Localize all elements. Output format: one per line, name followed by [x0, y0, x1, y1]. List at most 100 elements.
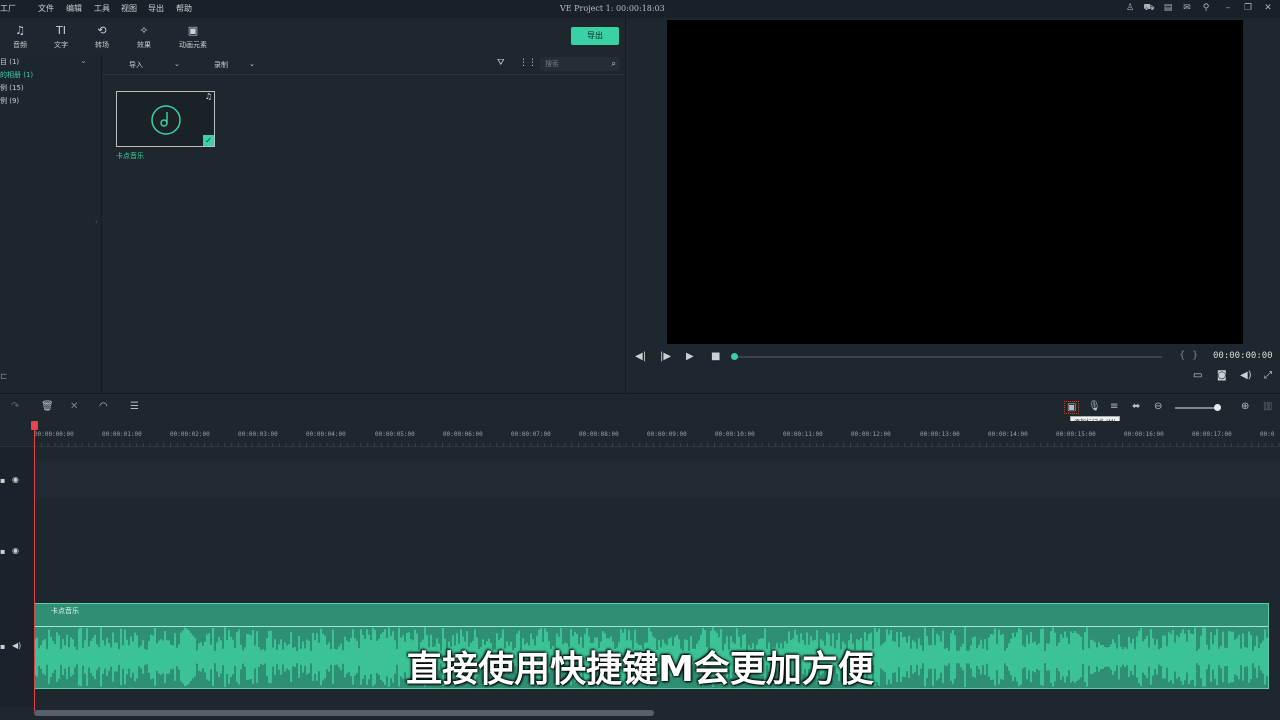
tool-audio-label: 音频 — [13, 41, 27, 49]
chevron-down-icon[interactable]: ⌄ — [249, 60, 255, 68]
app-window: 工厂 文件 编辑 工具 视图 导出 帮助 VE Project 1: 00:00… — [0, 0, 1280, 720]
step-play-icon[interactable]: |▶ — [660, 351, 671, 362]
progress-handle[interactable] — [731, 353, 738, 360]
folder-item-project[interactable]: 目 (1) — [0, 57, 19, 67]
menu-file[interactable]: 文件 — [38, 3, 54, 14]
preview-timecode: 00:00:00:00 — [1213, 351, 1273, 361]
tool-elements[interactable]: ▣ 动画元素 — [170, 24, 216, 50]
ruler-label: 00:00:03:00 — [238, 431, 278, 438]
record-dropdown[interactable]: 录制 — [214, 60, 228, 70]
media-toolbar: ♫ 音频 TI 文字 ⟲ 转场 ✧ 效果 ▣ 动画元素 — [0, 18, 625, 54]
prev-frame-icon[interactable]: ◀| — [635, 351, 646, 362]
ruler-label: 00:00:16:00 — [1124, 431, 1164, 438]
search-placeholder: 搜索 — [545, 60, 559, 68]
timeline-horizontal-scrollbar[interactable] — [34, 710, 654, 716]
speed-icon[interactable]: ◠ — [99, 401, 108, 412]
panel-toggle-icon[interactable]: ▥ — [1263, 401, 1272, 412]
ruler-label: 00:00:07:00 — [511, 431, 551, 438]
folder-item-album[interactable]: 的相册 (1) — [0, 70, 33, 80]
adjust-icon[interactable]: ☰ — [130, 401, 139, 412]
fit-timeline-icon[interactable]: ⬌ — [1132, 401, 1140, 412]
minimize-icon[interactable]: – — [1222, 2, 1234, 14]
delete-icon[interactable]: 🗑 — [41, 401, 54, 412]
ruler-label: 00:0 — [1260, 431, 1275, 438]
effects-icon: ✧ — [139, 24, 149, 37]
audio-clip-label: 卡点音乐 — [51, 607, 79, 615]
media-thumbnail[interactable]: ♫ ✓ — [116, 91, 215, 147]
zoom-out-icon[interactable]: ⊖ — [1154, 401, 1162, 412]
restore-icon[interactable]: ❐ — [1242, 2, 1254, 14]
video-track-1[interactable] — [34, 500, 1280, 601]
import-dropdown[interactable]: 导入 — [129, 60, 143, 70]
collapse-handle-icon[interactable]: ‹ — [95, 218, 98, 226]
search-input[interactable]: 搜索 ⌕ — [540, 57, 619, 71]
window-title: VE Project 1: 00:00:18:03 — [560, 4, 665, 13]
zoom-in-icon[interactable]: ⊕ — [1241, 401, 1249, 412]
check-icon[interactable]: ✓ — [203, 135, 214, 146]
volume-icon[interactable]: ◀) — [1240, 370, 1252, 381]
menu-bar: 工厂 文件 编辑 工具 视图 导出 帮助 VE Project 1: 00:00… — [0, 0, 1280, 18]
folder-item-sample2[interactable]: 例 (9) — [0, 96, 19, 106]
zoom-slider-knob[interactable] — [1214, 404, 1221, 411]
mark-out-icon[interactable]: } — [1192, 350, 1198, 361]
fullscreen-icon[interactable]: ⤢ — [1264, 370, 1272, 381]
display-settings-icon[interactable]: ▭ — [1193, 370, 1202, 381]
menu-tools[interactable]: 工具 — [94, 3, 110, 14]
preview-screen — [667, 20, 1243, 344]
tool-text[interactable]: TI 文字 — [44, 24, 78, 50]
camera-icon[interactable]: ◙ — [1217, 370, 1227, 381]
close-icon[interactable]: ✕ — [1262, 2, 1274, 14]
cart-icon[interactable]: ⛟ — [1143, 2, 1155, 14]
music-disc-icon — [151, 105, 181, 135]
app-title-fragment: 工厂 — [0, 4, 16, 13]
tool-audio[interactable]: ♫ 音频 — [3, 24, 37, 50]
filter-icon[interactable]: ⛛ — [497, 58, 505, 68]
lock-icon[interactable]: ▪ — [0, 476, 5, 485]
media-library: 导入 ⌄ 录制 ⌄ ⛛ ⋮⋮ 搜索 ⌕ ♫ ✓ 卡点音乐 — [102, 54, 624, 392]
audio-mixer-icon[interactable]: ≡ — [1110, 401, 1118, 412]
playhead-handle[interactable] — [31, 421, 38, 430]
ruler-label: 00:00:17:00 — [1192, 431, 1232, 438]
ruler-label: 00:00:14:00 — [988, 431, 1028, 438]
tool-transition-label: 转场 — [95, 41, 109, 49]
export-button[interactable]: 导出 — [571, 27, 619, 45]
tool-effects[interactable]: ✧ 效果 — [127, 24, 161, 50]
ruler-label: 00:00:05:00 — [375, 431, 415, 438]
voiceover-icon[interactable]: 🎙 — [1088, 401, 1101, 412]
grid-view-icon[interactable]: ⋮⋮ — [519, 58, 537, 68]
ruler-ticks — [34, 443, 1280, 447]
music-note-icon: ♫ — [15, 24, 25, 37]
user-icon[interactable]: ♙ — [1124, 2, 1136, 14]
ruler-label: 00:00:01:00 — [102, 431, 142, 438]
timeline-ruler[interactable]: 00:00:00:00 00:00:01:00 00:00:02:00 00:0… — [0, 421, 1280, 447]
search-icon: ⌕ — [611, 59, 616, 68]
menu-help[interactable]: 帮助 — [176, 3, 192, 14]
library-toolbar: 导入 ⌄ 录制 ⌄ ⛛ ⋮⋮ 搜索 ⌕ — [102, 54, 624, 75]
redo-icon[interactable]: ↷ — [11, 401, 19, 412]
chevron-down-icon[interactable]: ⌄ — [80, 56, 87, 65]
cut-icon[interactable]: ✕ — [70, 401, 78, 412]
add-marker-icon[interactable]: ▣ — [1064, 401, 1080, 414]
save-icon[interactable]: ▤ — [1162, 2, 1174, 14]
new-folder-icon[interactable]: ⊏ — [0, 372, 8, 382]
video-track-2[interactable] — [34, 460, 1280, 498]
preview-panel: ◀| |▶ ▶ ■ { } 00:00:00:00 ▭ ◙ ◀) ⤢ — [625, 18, 1280, 393]
menu-view[interactable]: 视图 — [121, 3, 137, 14]
menu-edit[interactable]: 编辑 — [66, 3, 82, 14]
ruler-label: 00:00:10:00 — [715, 431, 755, 438]
ruler-label: 00:00:13:00 — [920, 431, 960, 438]
eye-icon[interactable]: ◉ — [12, 475, 19, 484]
stop-icon[interactable]: ■ — [711, 351, 720, 362]
lock-icon[interactable]: ▪ — [0, 547, 5, 556]
eye-icon[interactable]: ◉ — [12, 546, 19, 555]
tool-transition[interactable]: ⟲ 转场 — [85, 24, 119, 50]
mic-icon[interactable]: ⚲ — [1200, 2, 1212, 14]
chevron-down-icon[interactable]: ⌄ — [174, 60, 180, 68]
mark-in-icon[interactable]: { — [1179, 350, 1185, 361]
menu-export[interactable]: 导出 — [148, 3, 164, 14]
folder-item-sample1[interactable]: 例 (15) — [0, 83, 24, 93]
transition-icon: ⟲ — [97, 24, 107, 37]
mail-icon[interactable]: ✉ — [1181, 2, 1193, 14]
preview-progress-bar[interactable] — [736, 356, 1162, 358]
play-icon[interactable]: ▶ — [686, 351, 694, 362]
